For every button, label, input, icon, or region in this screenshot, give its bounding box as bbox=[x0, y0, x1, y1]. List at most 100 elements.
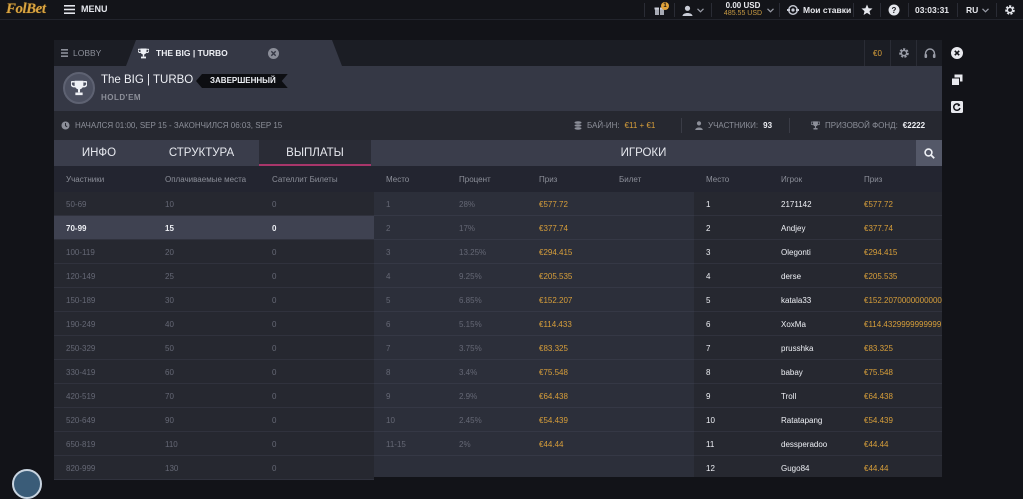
satellite-tickets: 0 bbox=[272, 200, 277, 209]
table-row[interactable]: 6 XoxMa €114.4329999999999 bbox=[694, 312, 942, 336]
search-button[interactable] bbox=[916, 140, 942, 166]
table-row[interactable]: 4 derse €205.535 bbox=[694, 264, 942, 288]
top-bar: FolBet MENU 1 0.00 USD 485.55 USD Мои ст… bbox=[0, 0, 1023, 20]
close-tab-button[interactable] bbox=[268, 48, 279, 59]
player-prize: €83.325 bbox=[864, 344, 893, 353]
table-row[interactable]: 9 Troll €64.438 bbox=[694, 384, 942, 408]
divider bbox=[644, 3, 645, 17]
table-row[interactable]: 70-99 15 0 bbox=[54, 216, 374, 240]
table-row[interactable]: 5 katala33 €152.2070000000000 bbox=[694, 288, 942, 312]
table-row[interactable]: 330-419 60 0 bbox=[54, 360, 374, 384]
table-row[interactable]: 11 dessperadoo €44.44 bbox=[694, 432, 942, 456]
tab-the-big-turbo[interactable]: THE BIG | TURBO bbox=[126, 40, 342, 66]
chat-avatar[interactable] bbox=[12, 469, 42, 499]
close-window-button[interactable] bbox=[944, 40, 970, 66]
divider bbox=[996, 3, 997, 17]
table-row[interactable]: 12 Gugo84 €44.44 bbox=[694, 456, 942, 477]
table-row[interactable]: 650-819 110 0 bbox=[54, 432, 374, 456]
site-logo[interactable]: FolBet bbox=[6, 1, 46, 18]
satellite-tickets: 0 bbox=[272, 416, 277, 425]
player-name: dessperadoo bbox=[781, 440, 828, 449]
table-row[interactable]: 150-189 30 0 bbox=[54, 288, 374, 312]
participants-range: 420-519 bbox=[66, 392, 96, 401]
balance-dropdown[interactable] bbox=[767, 0, 774, 20]
favorites-button[interactable] bbox=[861, 0, 873, 20]
table-row[interactable]: 3 13.25% €294.415 bbox=[374, 240, 694, 264]
place: 6 bbox=[386, 320, 391, 329]
table-row[interactable]: 520-649 90 0 bbox=[54, 408, 374, 432]
col-participants: Участники bbox=[66, 175, 105, 184]
user-icon bbox=[695, 121, 703, 130]
paid-places: 110 bbox=[165, 440, 178, 449]
table-row[interactable]: 7 3.75% €83.325 bbox=[374, 336, 694, 360]
prize: €152.207 bbox=[539, 296, 573, 305]
divider bbox=[957, 3, 958, 17]
table-row[interactable]: 50-69 10 0 bbox=[54, 192, 374, 216]
player-prize: €152.2070000000000 bbox=[864, 296, 942, 305]
my-bets-label: Мои ставки bbox=[803, 5, 852, 15]
prize: €54.439 bbox=[539, 416, 568, 425]
gift-count-badge: 1 bbox=[661, 1, 669, 10]
table-row[interactable]: 420-519 70 0 bbox=[54, 384, 374, 408]
participants-range: 820-999 bbox=[66, 464, 96, 473]
table-settings-button[interactable] bbox=[890, 40, 916, 66]
participants-range: 120-149 bbox=[66, 272, 96, 281]
help-button[interactable]: ? bbox=[888, 0, 900, 20]
menu-button[interactable]: MENU bbox=[64, 4, 108, 14]
table-row[interactable]: 2 17% €377.74 bbox=[374, 216, 694, 240]
table-row[interactable]: 8 babay €75.548 bbox=[694, 360, 942, 384]
table-row[interactable]: 8 3.4% €75.548 bbox=[374, 360, 694, 384]
language-selector[interactable]: RU bbox=[966, 0, 990, 20]
table-row[interactable]: 10 2.45% €54.439 bbox=[374, 408, 694, 432]
my-bets-button[interactable]: Мои ставки bbox=[787, 0, 851, 20]
table-row[interactable]: 2 Andjey €377.74 bbox=[694, 216, 942, 240]
percent: 3.75% bbox=[459, 344, 482, 353]
place: 11-15 bbox=[386, 440, 406, 449]
tab-payouts[interactable]: ВЫПЛАТЫ bbox=[259, 140, 371, 166]
table-row[interactable]: 11-15 2% €44.44 bbox=[374, 432, 694, 456]
settings-button[interactable] bbox=[1004, 0, 1016, 20]
table-row[interactable]: 7 prusshka €83.325 bbox=[694, 336, 942, 360]
divider bbox=[711, 3, 712, 17]
payout-levels-table: 50-69 10 0 70-99 15 0 100-119 20 0 120-149 25 0 150-… bbox=[54, 192, 374, 480]
player-prize: €294.415 bbox=[864, 248, 898, 257]
paid-places: 130 bbox=[165, 464, 179, 473]
hamburger-icon bbox=[64, 4, 75, 14]
table-row[interactable]: 5 6.85% €152.207 bbox=[374, 288, 694, 312]
player-name: Andjey bbox=[781, 224, 806, 233]
table-row[interactable]: 6 5.15% €114.433 bbox=[374, 312, 694, 336]
coins-icon bbox=[574, 121, 582, 130]
tab-lobby[interactable]: LOBBY bbox=[54, 40, 130, 66]
tab-structure[interactable]: СТРУКТУРА bbox=[144, 140, 259, 166]
participants-range: 520-649 bbox=[66, 416, 96, 425]
col-place: Место bbox=[386, 175, 410, 184]
satellite-tickets: 0 bbox=[272, 320, 277, 329]
paid-places: 15 bbox=[165, 224, 174, 233]
satellite-tickets: 0 bbox=[272, 344, 277, 353]
support-button[interactable] bbox=[916, 40, 942, 66]
paid-places: 25 bbox=[165, 272, 174, 281]
table-row[interactable]: 4 9.25% €205.535 bbox=[374, 264, 694, 288]
table-row[interactable]: 250-329 50 0 bbox=[54, 336, 374, 360]
table-row[interactable]: 190-249 40 0 bbox=[54, 312, 374, 336]
refresh-button[interactable] bbox=[944, 94, 970, 120]
detach-window-button[interactable] bbox=[944, 67, 970, 93]
gift-button[interactable]: 1 bbox=[654, 0, 669, 20]
player-place: 12 bbox=[706, 464, 715, 473]
table-row[interactable]: 100-119 20 0 bbox=[54, 240, 374, 264]
table-row[interactable]: 9 2.9% €64.438 bbox=[374, 384, 694, 408]
table-row[interactable]: 120-149 25 0 bbox=[54, 264, 374, 288]
table-row[interactable]: 10 Ratatapang €54.439 bbox=[694, 408, 942, 432]
tab-info[interactable]: ИНФО bbox=[54, 140, 144, 166]
satellite-tickets: 0 bbox=[272, 248, 277, 257]
player-name: Gugo84 bbox=[781, 464, 810, 473]
prize: €377.74 bbox=[539, 224, 568, 233]
table-row[interactable]: 3 Olegonti €294.415 bbox=[694, 240, 942, 264]
percent: 17% bbox=[459, 224, 476, 233]
page-title: The BIG | TURBO bbox=[101, 74, 194, 86]
balance-display[interactable]: 0.00 USD 485.55 USD bbox=[719, 2, 767, 18]
account-menu[interactable] bbox=[682, 0, 704, 20]
table-row[interactable]: 1 28% €577.72 bbox=[374, 192, 694, 216]
table-row[interactable]: 820-999 130 0 bbox=[54, 456, 374, 480]
table-row[interactable]: 1 2171142 €577.72 bbox=[694, 192, 942, 216]
